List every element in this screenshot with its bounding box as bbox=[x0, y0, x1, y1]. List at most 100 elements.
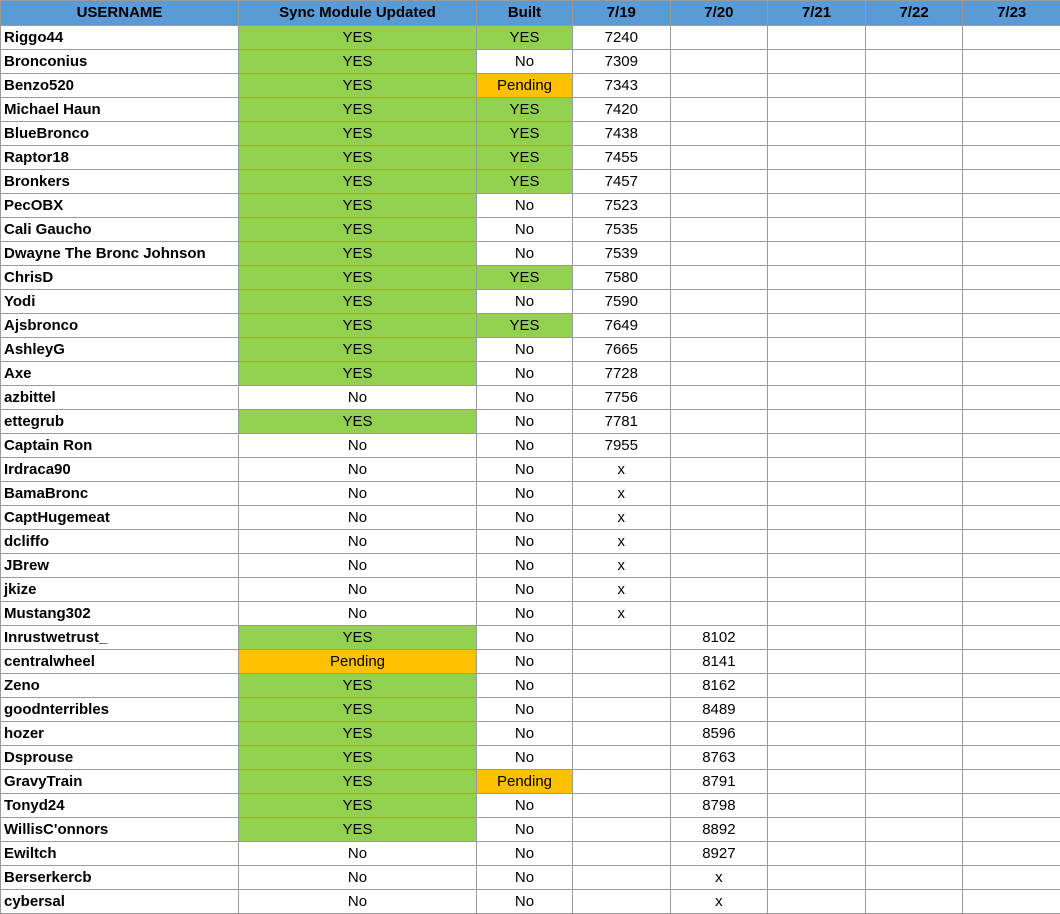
sync-status-cell[interactable]: YES bbox=[239, 674, 477, 698]
date-cell-5[interactable] bbox=[963, 602, 1060, 626]
built-status-cell[interactable]: No bbox=[477, 890, 573, 914]
date-cell-2[interactable]: 8596 bbox=[670, 722, 768, 746]
date-cell-4[interactable] bbox=[865, 890, 963, 914]
date-cell-5[interactable] bbox=[963, 506, 1060, 530]
date-cell-3[interactable] bbox=[768, 770, 866, 794]
date-cell-4[interactable] bbox=[865, 770, 963, 794]
sync-status-cell[interactable]: YES bbox=[239, 722, 477, 746]
date-cell-2[interactable] bbox=[670, 482, 768, 506]
built-status-cell[interactable]: No bbox=[477, 794, 573, 818]
column-header-built[interactable]: Built bbox=[477, 1, 573, 26]
built-status-cell[interactable]: No bbox=[477, 386, 573, 410]
sync-status-cell[interactable]: No bbox=[239, 578, 477, 602]
sync-status-cell[interactable]: YES bbox=[239, 98, 477, 122]
username-cell[interactable]: dcliffo bbox=[1, 530, 239, 554]
date-cell-5[interactable] bbox=[963, 842, 1060, 866]
sync-status-cell[interactable]: YES bbox=[239, 746, 477, 770]
date-cell-1[interactable]: x bbox=[573, 602, 671, 626]
username-cell[interactable]: Mustang302 bbox=[1, 602, 239, 626]
date-cell-5[interactable] bbox=[963, 218, 1060, 242]
date-cell-5[interactable] bbox=[963, 266, 1060, 290]
date-cell-1[interactable] bbox=[573, 842, 671, 866]
date-cell-3[interactable] bbox=[768, 122, 866, 146]
built-status-cell[interactable]: No bbox=[477, 818, 573, 842]
date-cell-2[interactable] bbox=[670, 314, 768, 338]
sync-status-cell[interactable]: No bbox=[239, 434, 477, 458]
date-cell-4[interactable] bbox=[865, 698, 963, 722]
sync-status-cell[interactable]: YES bbox=[239, 74, 477, 98]
date-cell-2[interactable]: 8162 bbox=[670, 674, 768, 698]
date-cell-5[interactable] bbox=[963, 122, 1060, 146]
sync-status-cell[interactable]: YES bbox=[239, 146, 477, 170]
date-cell-5[interactable] bbox=[963, 410, 1060, 434]
date-cell-5[interactable] bbox=[963, 818, 1060, 842]
username-cell[interactable]: CaptHugemeat bbox=[1, 506, 239, 530]
date-cell-1[interactable]: 7539 bbox=[573, 242, 671, 266]
date-cell-5[interactable] bbox=[963, 26, 1060, 50]
date-cell-2[interactable] bbox=[670, 218, 768, 242]
column-header-date-5[interactable]: 7/23 bbox=[963, 1, 1060, 26]
date-cell-5[interactable] bbox=[963, 290, 1060, 314]
date-cell-3[interactable] bbox=[768, 482, 866, 506]
date-cell-5[interactable] bbox=[963, 722, 1060, 746]
date-cell-3[interactable] bbox=[768, 506, 866, 530]
date-cell-3[interactable] bbox=[768, 890, 866, 914]
date-cell-4[interactable] bbox=[865, 578, 963, 602]
date-cell-1[interactable]: 7580 bbox=[573, 266, 671, 290]
built-status-cell[interactable]: No bbox=[477, 410, 573, 434]
date-cell-4[interactable] bbox=[865, 842, 963, 866]
date-cell-2[interactable]: x bbox=[670, 890, 768, 914]
built-status-cell[interactable]: YES bbox=[477, 314, 573, 338]
username-cell[interactable]: Dsprouse bbox=[1, 746, 239, 770]
date-cell-1[interactable] bbox=[573, 770, 671, 794]
built-status-cell[interactable]: No bbox=[477, 626, 573, 650]
date-cell-2[interactable] bbox=[670, 290, 768, 314]
username-cell[interactable]: Raptor18 bbox=[1, 146, 239, 170]
built-status-cell[interactable]: No bbox=[477, 530, 573, 554]
built-status-cell[interactable]: No bbox=[477, 602, 573, 626]
sync-status-cell[interactable]: YES bbox=[239, 26, 477, 50]
built-status-cell[interactable]: No bbox=[477, 698, 573, 722]
date-cell-5[interactable] bbox=[963, 530, 1060, 554]
date-cell-3[interactable] bbox=[768, 842, 866, 866]
date-cell-5[interactable] bbox=[963, 626, 1060, 650]
username-cell[interactable]: Riggo44 bbox=[1, 26, 239, 50]
date-cell-2[interactable] bbox=[670, 338, 768, 362]
date-cell-1[interactable] bbox=[573, 818, 671, 842]
built-status-cell[interactable]: No bbox=[477, 722, 573, 746]
date-cell-2[interactable] bbox=[670, 98, 768, 122]
sync-status-cell[interactable]: YES bbox=[239, 338, 477, 362]
date-cell-2[interactable] bbox=[670, 362, 768, 386]
date-cell-1[interactable]: 7438 bbox=[573, 122, 671, 146]
built-status-cell[interactable]: No bbox=[477, 506, 573, 530]
username-cell[interactable]: ChrisD bbox=[1, 266, 239, 290]
built-status-cell[interactable]: No bbox=[477, 578, 573, 602]
date-cell-1[interactable]: x bbox=[573, 554, 671, 578]
date-cell-5[interactable] bbox=[963, 554, 1060, 578]
date-cell-5[interactable] bbox=[963, 194, 1060, 218]
built-status-cell[interactable]: Pending bbox=[477, 74, 573, 98]
date-cell-4[interactable] bbox=[865, 458, 963, 482]
date-cell-1[interactable]: x bbox=[573, 482, 671, 506]
date-cell-1[interactable] bbox=[573, 698, 671, 722]
username-cell[interactable]: Berserkercb bbox=[1, 866, 239, 890]
date-cell-3[interactable] bbox=[768, 554, 866, 578]
date-cell-5[interactable] bbox=[963, 458, 1060, 482]
built-status-cell[interactable]: No bbox=[477, 674, 573, 698]
built-status-cell[interactable]: No bbox=[477, 194, 573, 218]
date-cell-2[interactable] bbox=[670, 410, 768, 434]
username-cell[interactable]: Benzo520 bbox=[1, 74, 239, 98]
date-cell-5[interactable] bbox=[963, 50, 1060, 74]
date-cell-5[interactable] bbox=[963, 674, 1060, 698]
date-cell-3[interactable] bbox=[768, 194, 866, 218]
sync-status-cell[interactable]: YES bbox=[239, 194, 477, 218]
sync-status-cell[interactable]: YES bbox=[239, 794, 477, 818]
date-cell-3[interactable] bbox=[768, 698, 866, 722]
date-cell-2[interactable] bbox=[670, 602, 768, 626]
date-cell-4[interactable] bbox=[865, 314, 963, 338]
date-cell-2[interactable] bbox=[670, 242, 768, 266]
date-cell-5[interactable] bbox=[963, 146, 1060, 170]
date-cell-1[interactable]: 7590 bbox=[573, 290, 671, 314]
date-cell-4[interactable] bbox=[865, 218, 963, 242]
date-cell-3[interactable] bbox=[768, 218, 866, 242]
